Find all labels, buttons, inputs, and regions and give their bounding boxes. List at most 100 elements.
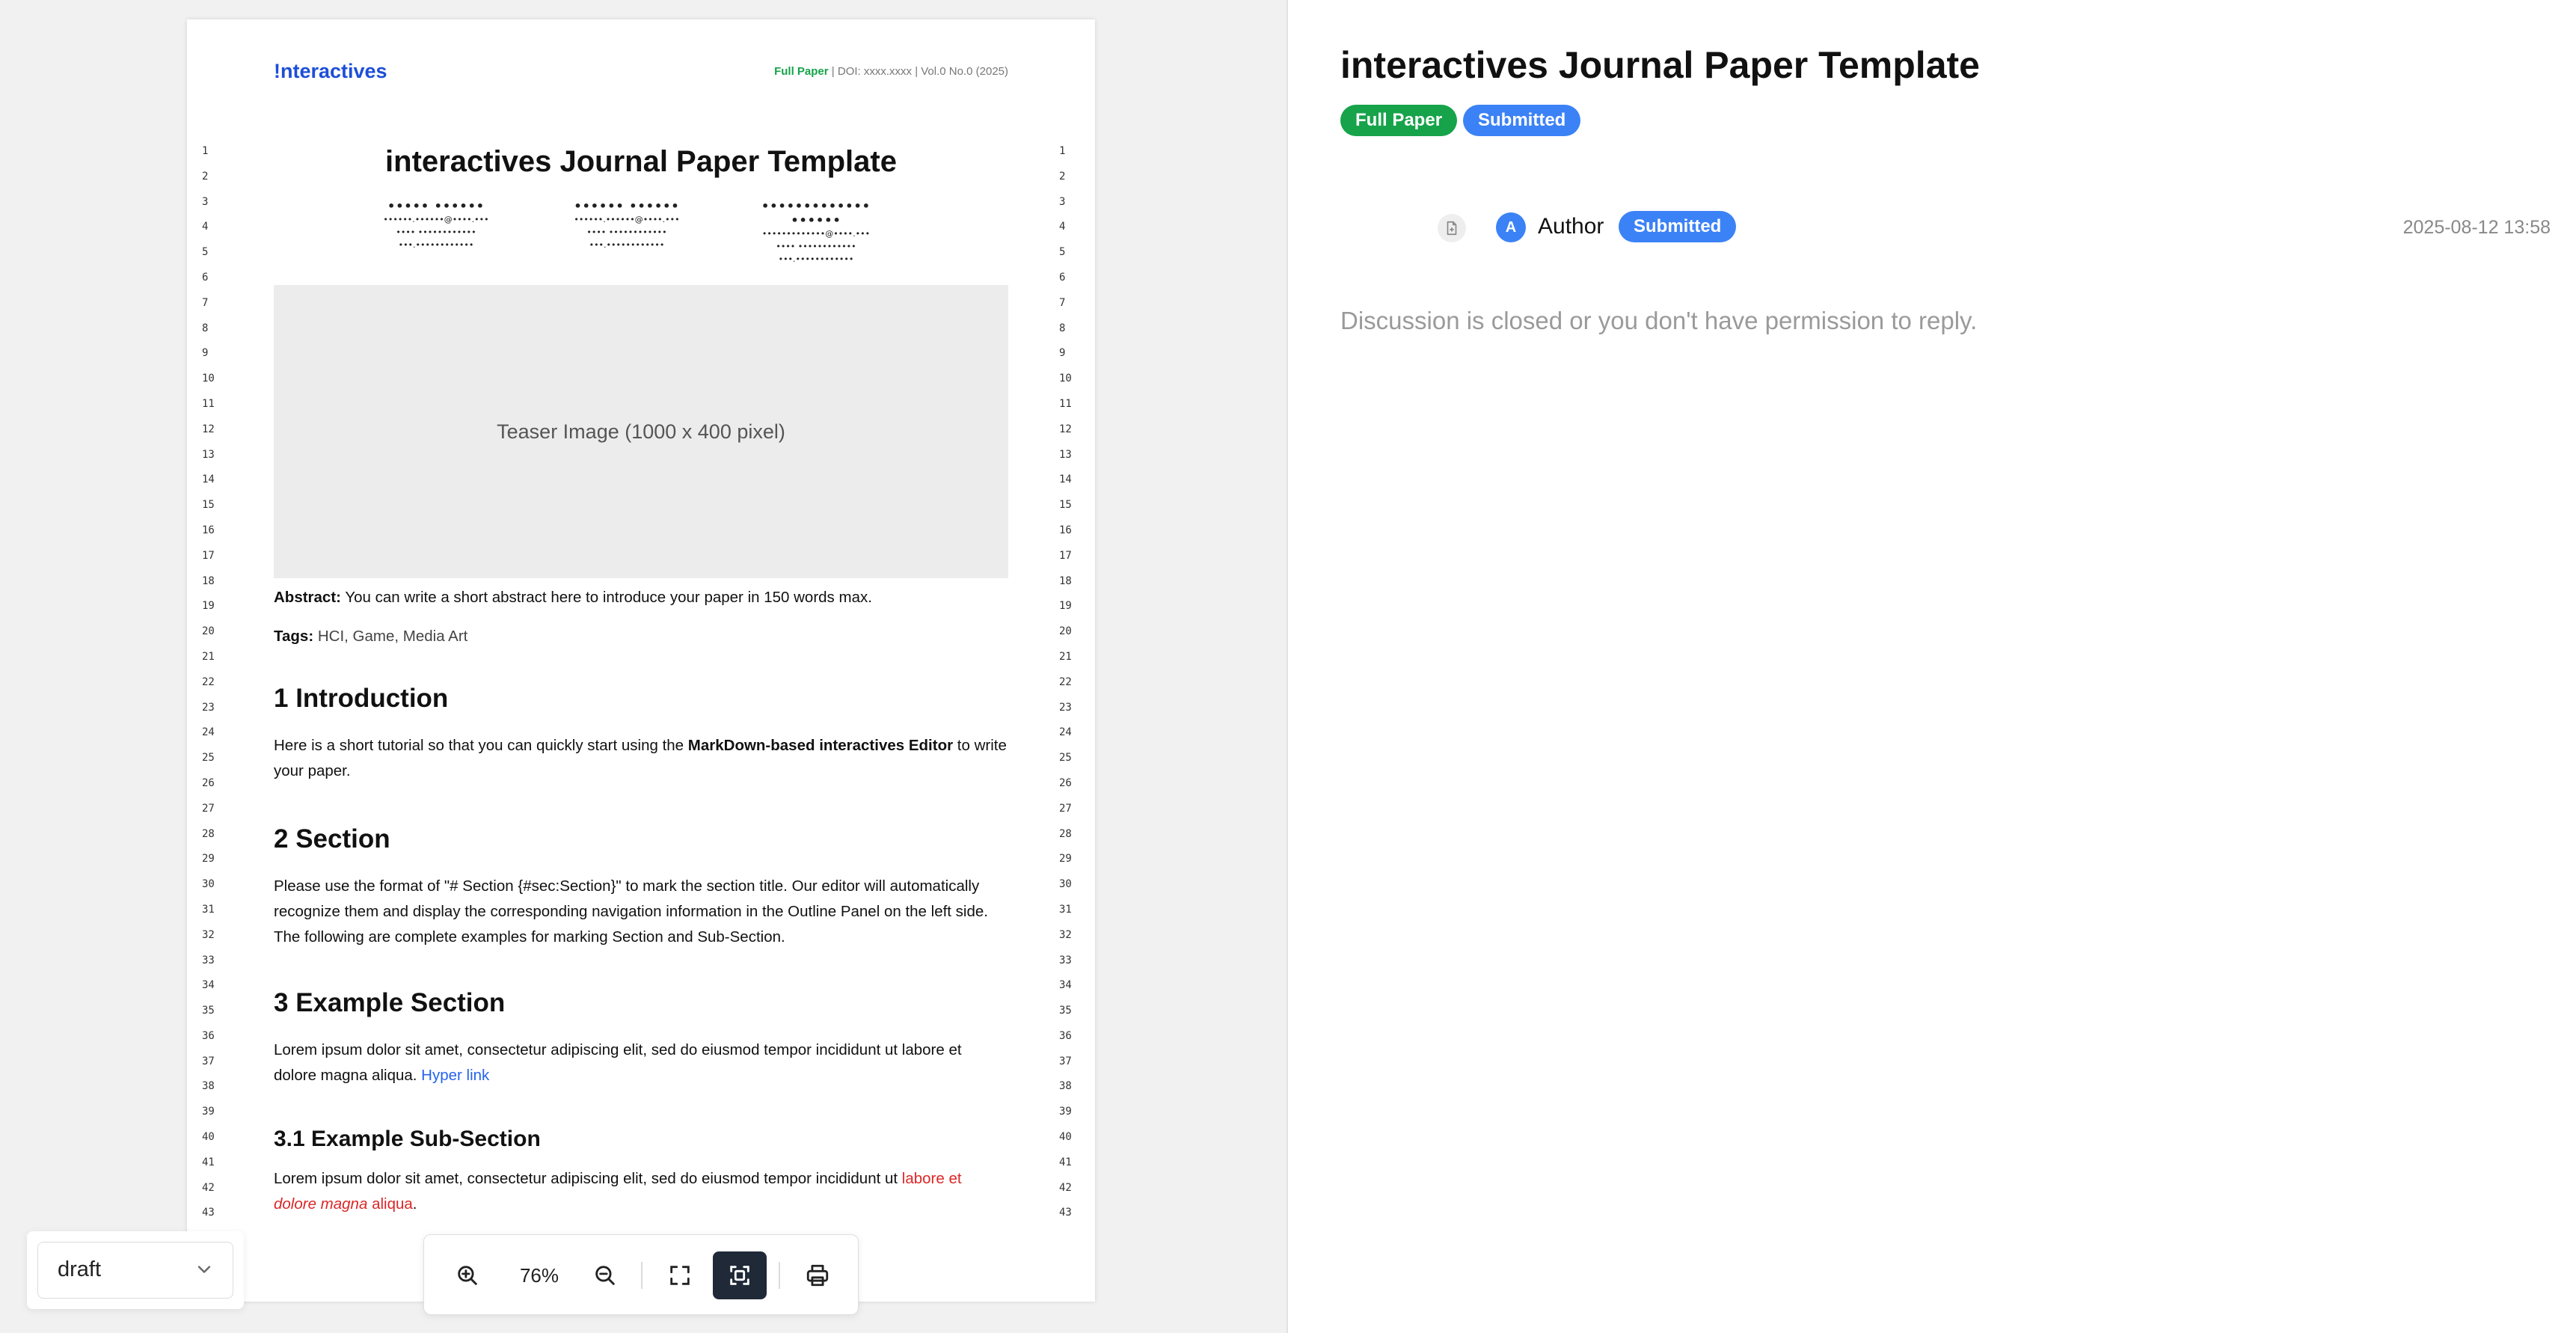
line-number: 32 [202, 928, 215, 941]
fit-page-icon [730, 1266, 749, 1285]
avatar: A [1496, 212, 1526, 242]
author-block: •••••• •••••• ••••••.••••••@••••.••• •••… [552, 199, 702, 251]
status-badge: Submitted [1463, 105, 1581, 136]
line-number: 11 [1059, 397, 1072, 410]
line-number: 22 [1059, 675, 1072, 688]
author-email: ••••••.••••••@••••.••• [574, 215, 680, 224]
example-text: Lorem ipsum dolor sit amet, consectetur … [274, 1041, 962, 1084]
line-number: 17 [202, 549, 215, 562]
line-number: 26 [202, 776, 215, 789]
line-number: 8 [202, 322, 209, 334]
line-number: 26 [1059, 776, 1072, 789]
line-number: 29 [202, 853, 215, 865]
line-number: 2 [202, 170, 209, 183]
tags-text: HCI, Game, Media Art [313, 628, 468, 645]
author-status-badge: Submitted [1619, 211, 1737, 242]
author-block: ••••••••••••• •••••• •••••••••••••@••••.… [741, 199, 891, 266]
brand-logo: !nteractives [274, 60, 387, 82]
preview-toolbar: 76% [423, 1234, 859, 1315]
paper-type-badge: Full Paper [1340, 105, 1458, 136]
intro-emphasis: MarkDown-based interactives Editor [687, 737, 954, 754]
paragraph-subsection: Lorem ipsum dolor sit amet, consectetur … [274, 1166, 1008, 1217]
line-numbers-left: 1 2 3 4 5 6 7 8 9 10 11 12 13 14 15 16 17 18 19 20 21 22 23 24 2… [202, 139, 232, 1226]
red-text: labore et [901, 1170, 962, 1187]
paper-header: !nteractives Full Paper | DOI: xxxx.xxxx… [274, 60, 1008, 90]
paper-title: interactives Journal Paper Template [385, 145, 897, 178]
author-name: •••••• •••••• [574, 199, 680, 213]
author-name: Author [1538, 214, 1604, 239]
paper-body: interactives Journal Paper Template ••••… [274, 139, 1008, 1213]
line-number: 41 [202, 1156, 215, 1168]
line-number: 37 [202, 1055, 215, 1067]
line-number: 30 [1059, 878, 1072, 891]
line-number: 39 [1059, 1106, 1072, 1118]
author-location: •••.•••••••••••• [398, 240, 474, 250]
line-number: 22 [202, 675, 215, 688]
paragraph-introduction: Here is a short tutorial so that you can… [274, 733, 1008, 784]
version-dropdown[interactable]: draft [37, 1242, 233, 1299]
line-number: 14 [1059, 474, 1072, 486]
line-number: 21 [1059, 650, 1072, 663]
line-number: 25 [202, 752, 215, 764]
line-number: 43 [1059, 1207, 1072, 1219]
discussion-entry: A Author Submitted 2025-08-12 13:58 [1288, 208, 2576, 247]
abstract-text: You can write a short abstract here to i… [341, 589, 872, 606]
zoom-out-icon [595, 1266, 615, 1285]
line-number: 8 [1059, 322, 1066, 334]
hyper-link[interactable]: Hyper link [421, 1067, 489, 1084]
line-number: 38 [1059, 1080, 1072, 1093]
line-number: 20 [202, 625, 215, 638]
red-text-end: aliqua [367, 1195, 413, 1213]
zoom-in-button[interactable] [441, 1251, 494, 1299]
author-affiliation: •••• •••••••••••• [396, 227, 476, 237]
line-number: 31 [202, 903, 215, 916]
line-number: 35 [1059, 1005, 1072, 1017]
line-number: 19 [1059, 600, 1072, 613]
line-number: 33 [1059, 954, 1072, 966]
line-number: 31 [1059, 903, 1072, 916]
line-number: 18 [202, 574, 215, 587]
teaser-image-placeholder: Teaser Image (1000 x 400 pixel) [274, 285, 1008, 578]
version-selector: draft [27, 1231, 244, 1309]
paper-page: !nteractives Full Paper | DOI: xxxx.xxxx… [187, 19, 1095, 1302]
line-number: 38 [202, 1080, 215, 1093]
fullscreen-button[interactable] [653, 1251, 707, 1299]
zoom-level: 76% [519, 1264, 559, 1287]
line-number: 15 [1059, 499, 1072, 512]
print-button[interactable] [791, 1251, 844, 1299]
line-number: 10 [1059, 373, 1072, 385]
line-number: 24 [202, 726, 215, 739]
line-number: 3 [1059, 195, 1066, 208]
zoom-in-icon [458, 1266, 477, 1285]
author-location: •••.•••••••••••• [589, 240, 665, 250]
version-value: draft [58, 1257, 102, 1281]
line-number: 12 [202, 423, 215, 435]
line-number: 43 [202, 1207, 215, 1219]
line-number: 29 [1059, 853, 1072, 865]
line-number: 28 [202, 827, 215, 840]
author-affiliation: •••• •••••••••••• [776, 242, 856, 251]
author-email: ••••••.••••••@••••.••• [383, 215, 489, 224]
line-number: 13 [202, 448, 215, 461]
line-number: 9 [202, 347, 209, 360]
toolbar-divider [641, 1262, 643, 1289]
chevron-down-icon [197, 1266, 211, 1273]
fullscreen-icon [670, 1266, 690, 1285]
file-attachment-icon[interactable] [1438, 214, 1466, 242]
line-number: 23 [202, 701, 215, 714]
line-number: 5 [202, 246, 209, 259]
fit-page-button[interactable] [713, 1251, 767, 1299]
red-italic-text: dolore magna [274, 1195, 368, 1213]
line-number: 27 [1059, 802, 1072, 815]
zoom-out-button[interactable] [578, 1251, 632, 1299]
line-number: 7 [1059, 296, 1066, 309]
line-number: 41 [1059, 1156, 1072, 1168]
entry-timestamp: 2025-08-12 13:58 [2402, 217, 2551, 238]
line-number: 16 [1059, 524, 1072, 536]
line-number: 36 [1059, 1029, 1072, 1042]
line-number: 13 [1059, 448, 1072, 461]
line-number: 34 [1059, 979, 1072, 992]
line-number: 12 [1059, 423, 1072, 435]
subsection-heading-example: 3.1 Example Sub-Section [274, 1127, 541, 1151]
abstract: Abstract: You can write a short abstract… [274, 585, 1008, 610]
